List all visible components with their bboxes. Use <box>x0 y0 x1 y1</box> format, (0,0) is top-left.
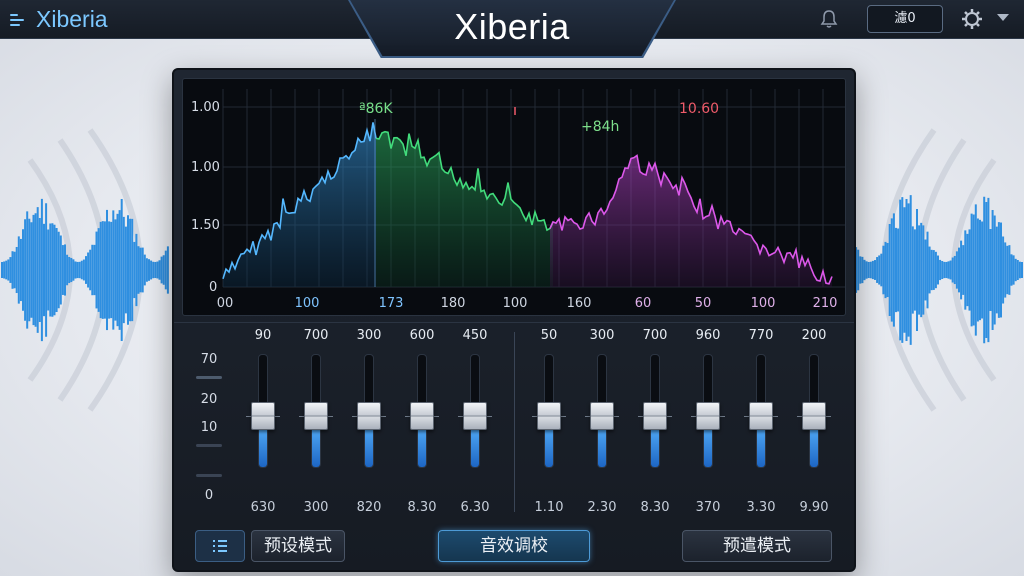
fader-knob[interactable] <box>410 402 434 430</box>
x-label: 180 <box>441 296 466 311</box>
fader-knob[interactable] <box>643 402 667 430</box>
fader-bottom-value: 300 <box>303 500 329 515</box>
y-label: 0 <box>209 280 217 295</box>
fader-bottom-value: 1.10 <box>534 500 564 515</box>
peak-annotation: ª86K <box>359 101 393 117</box>
x-label: 210 <box>813 296 838 311</box>
fader-top-value: 90 <box>254 328 272 343</box>
fader-bottom-value: 9.90 <box>799 500 829 515</box>
y-label: 1.00 <box>191 160 220 175</box>
waveform-decoration-right <box>855 128 1023 412</box>
fader-bottom-value: 8.30 <box>640 500 670 515</box>
scale-label: 20 <box>200 392 218 407</box>
fader-top-value: 300 <box>356 328 382 343</box>
menu-icon[interactable] <box>10 11 28 29</box>
preview-mode-button[interactable]: 预遣模式 <box>682 530 832 562</box>
scale-tick <box>196 474 222 477</box>
fader-knob[interactable] <box>304 402 328 430</box>
fader-bottom-value: 2.30 <box>587 500 617 515</box>
fader-bottom-value: 6.30 <box>460 500 490 515</box>
fader-top-value: 700 <box>642 328 668 343</box>
top-action-button[interactable]: 濾0 <box>867 5 943 33</box>
fader-knob[interactable] <box>251 402 275 430</box>
fader-knob[interactable] <box>537 402 561 430</box>
x-label: 100 <box>295 296 320 311</box>
list-view-button[interactable] <box>195 530 245 562</box>
fader-top-value: 200 <box>801 328 827 343</box>
scale-label: 0 <box>204 488 214 503</box>
fader-bottom-value: 8.30 <box>407 500 437 515</box>
scale-tick <box>196 444 222 447</box>
x-label: 100 <box>751 296 776 311</box>
x-label: 100 <box>503 296 528 311</box>
preset-mode-button[interactable]: 预设模式 <box>251 530 345 562</box>
fader-knob[interactable] <box>696 402 720 430</box>
spectrum-display: 1.00 1.00 1.50 0 ª86K +84h 10.60 00 100 17… <box>182 78 846 316</box>
fader-knob[interactable] <box>749 402 773 430</box>
fader-knob[interactable] <box>463 402 487 430</box>
fader-bottom-value: 820 <box>356 500 382 515</box>
divider <box>174 322 854 323</box>
fader-bottom-value: 3.30 <box>746 500 776 515</box>
brand-name: Xiberia <box>36 6 108 32</box>
x-label: 00 <box>217 296 234 311</box>
equalizer-panel: 1.00 1.00 1.50 0 ª86K +84h 10.60 00 100 17… <box>172 68 856 572</box>
fader-top-value: 600 <box>409 328 435 343</box>
y-label: 1.00 <box>191 100 220 115</box>
waveform-decoration-left <box>1 128 169 412</box>
list-icon <box>213 540 227 552</box>
peak-annotation: +84h <box>581 119 619 135</box>
x-label: 173 <box>379 296 404 311</box>
x-label: 160 <box>567 296 592 311</box>
fader-top-value: 960 <box>695 328 721 343</box>
bell-icon[interactable] <box>820 9 838 29</box>
y-label: 1.50 <box>191 218 220 233</box>
brand[interactable]: Xiberia <box>10 6 108 33</box>
scale-tick <box>196 376 222 379</box>
divider <box>514 332 515 512</box>
fader-top-value: 300 <box>589 328 615 343</box>
scale-label: 70 <box>200 352 218 367</box>
fader-top-value: 50 <box>540 328 558 343</box>
fader-knob[interactable] <box>590 402 614 430</box>
caret-down-icon[interactable] <box>997 14 1009 21</box>
x-label: 60 <box>635 296 652 311</box>
fader-top-value: 700 <box>303 328 329 343</box>
peak-annotation: 10.60 <box>679 101 719 117</box>
fader-bottom-value: 370 <box>695 500 721 515</box>
spectrum-graph: 1.00 1.00 1.50 0 ª86K +84h 10.60 00 100 17… <box>191 89 845 311</box>
fader-top-value: 450 <box>462 328 488 343</box>
fader-bottom-value: 630 <box>250 500 276 515</box>
app-title: Xiberia <box>454 6 570 47</box>
x-label: 50 <box>695 296 712 311</box>
fader-knob[interactable] <box>357 402 381 430</box>
gear-icon[interactable] <box>961 8 983 30</box>
sound-tuning-button[interactable]: 音效调校 <box>438 530 590 562</box>
fader-knob[interactable] <box>802 402 826 430</box>
fader-top-value: 770 <box>748 328 774 343</box>
scale-label: 10 <box>200 420 218 435</box>
